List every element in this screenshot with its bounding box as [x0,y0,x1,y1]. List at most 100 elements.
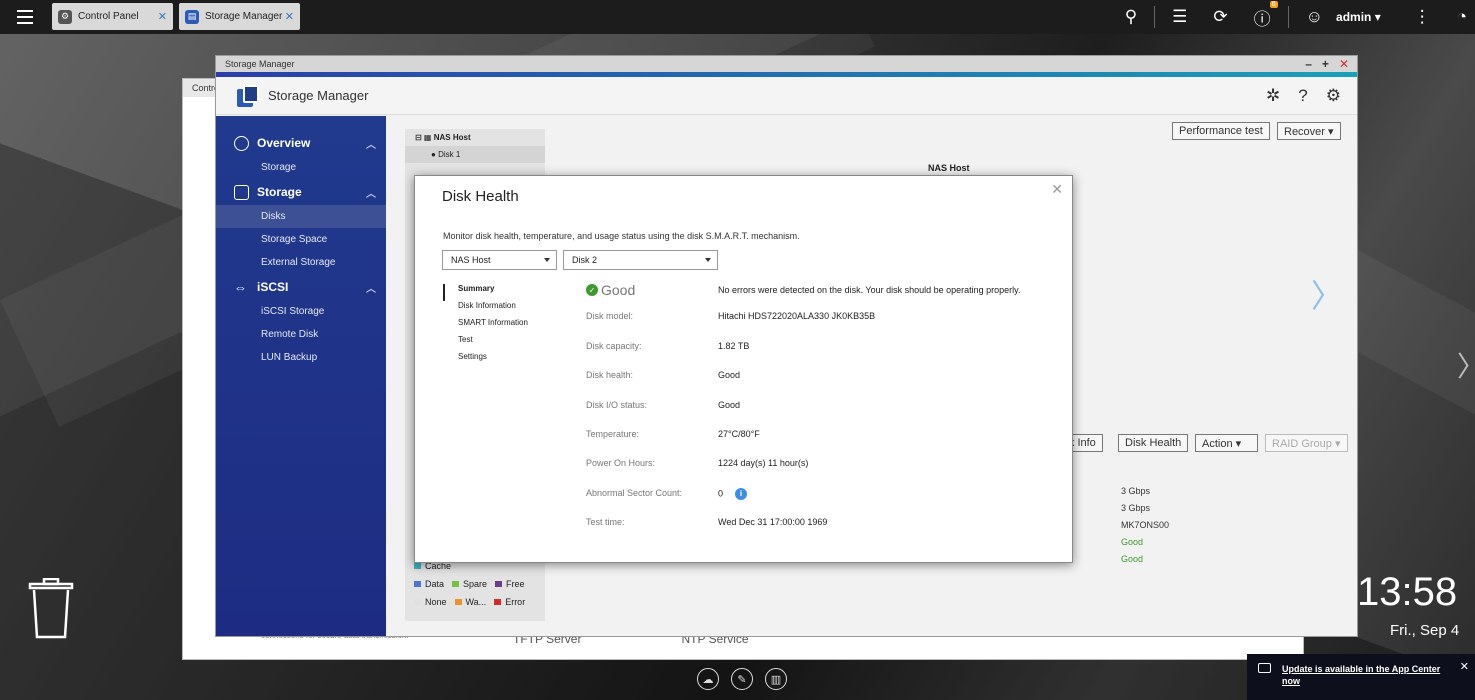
sidebar-item-iscsi-storage[interactable]: iSCSI Storage [216,300,386,323]
status-row: ✓ Good No errors were detected on the dis… [586,282,1021,311]
close-icon[interactable]: ✕ [1051,181,1063,198]
storage-manager-icon [237,84,259,107]
notification-icon[interactable]: ⓘ 6 [1254,0,1278,30]
database-icon [234,184,249,200]
trash-icon[interactable] [28,578,74,640]
sidebar-section-iscsi[interactable]: ⇔ iSCSI ︿ [216,274,386,300]
app-title: Storage Manager [268,88,369,103]
sidebar-section-label: iSCSI [257,280,289,294]
tab-summary[interactable]: Summary [443,284,528,301]
host-select[interactable]: NAS Host [442,250,557,270]
app-header: Storage Manager ✲ ? ⚙ [216,77,1357,115]
chevron-up-icon[interactable]: ︿ [366,280,376,295]
background-tasks-icon[interactable]: ☰ [1172,7,1187,27]
window-titlebar[interactable]: Storage Manager – + ✕ [216,56,1357,72]
detail-row: Disk model: Hitachi HDS722020ALA330 JK0KB… [586,311,876,322]
disk-select[interactable]: Disk 2 [563,250,718,270]
close-icon[interactable]: ✕ [1460,660,1469,673]
button-label: Recover [1284,126,1325,138]
status-badge: ✓ Good [586,282,718,298]
legend-swatch [454,599,462,605]
more-icon[interactable]: ⋮ [1414,7,1431,27]
legend: Cache Data Spare Free None Wa... Error [414,561,525,615]
book-icon[interactable]: ▥ [765,668,787,690]
disk-health-dialog: Disk Health ✕ Monitor disk health, tempe… [414,175,1073,563]
chevron-up-icon[interactable]: ︿ [366,136,376,151]
tab-smart-information[interactable]: SMART Information [443,318,528,335]
button-label: Action [1202,438,1233,450]
gear-icon[interactable]: ⚙ [1326,86,1341,106]
detail-row: Disk health: Good [586,370,741,381]
check-icon: ✓ [586,284,598,296]
message-icon [1258,663,1271,673]
wizard-icon[interactable]: ✲ [1266,86,1280,106]
update-notification[interactable]: Update is available in the App Center no… [1247,654,1475,700]
dialog-nav: Summary Disk Information SMART Informati… [443,284,528,369]
tab-test[interactable]: Test [443,335,528,352]
detail-row: Power On Hours: 1224 day(s) 11 hour(s) [586,458,809,469]
disk-health-button[interactable]: Disk Health [1118,434,1189,452]
tab-settings[interactable]: Settings [443,352,528,369]
search-icon[interactable]: ⚲ [1125,7,1137,27]
sidebar-item-remote-disk[interactable]: Remote Disk [216,323,386,346]
storage-manager-icon: ▤ [185,9,199,24]
detail-row: Disk capacity: 1.82 TB [586,340,750,351]
sidebar-section-overview[interactable]: Overview ︿ [216,130,386,156]
sidebar-item-external-storage[interactable]: External Storage [216,251,386,274]
close-icon[interactable]: ✕ [285,10,294,23]
tab-label: Control Panel [78,11,139,22]
legend-swatch [495,581,503,587]
legend-item: Data [414,579,444,589]
action-button[interactable]: Action ▾ [1195,434,1258,452]
dock: ☁ ✎ ▥ [697,668,787,690]
button-label: RAID Group [1272,438,1332,450]
detail-row: Disk I/O status: Good [586,399,741,410]
close-icon[interactable]: ✕ [1339,57,1349,71]
tree-node-label: Disk 1 [438,150,461,159]
sidebar-item-disks[interactable]: Disks [216,205,386,228]
window-title: Storage Manager [225,59,295,69]
close-icon[interactable]: ✕ [158,10,167,23]
taskbar: ⚙ Control Panel ✕ ▤ Storage Manager ✕ ⚲ … [0,0,1475,34]
tree-node-disk-1[interactable]: ● Disk 1 [405,146,545,163]
recover-button[interactable]: Recover ▾ [1277,122,1341,140]
dashboard-icon [234,135,249,151]
sidebar-section-label: Storage [257,185,302,199]
sidebar-item-lun-backup[interactable]: LUN Backup [216,346,386,369]
minimize-icon[interactable]: – [1305,57,1312,71]
info-icon[interactable]: i [735,487,748,500]
chevron-up-icon[interactable]: ︿ [366,185,376,200]
performance-test-button[interactable]: Performance test [1172,122,1270,140]
select-value: Disk 2 [572,255,598,265]
taskbar-tab-control-panel[interactable]: ⚙ Control Panel ✕ [52,3,173,30]
divider [1287,6,1289,28]
sync-icon[interactable]: ⟳ [1213,7,1227,27]
sidebar-item-storage-space[interactable]: Storage Space [216,228,386,251]
gear-icon: ⚙ [58,9,72,24]
raid-group-button: RAID Group ▾ [1265,434,1348,452]
legend-swatch [414,581,421,587]
dashboard-icon[interactable]: ◔ [1457,7,1467,27]
main-menu-button[interactable] [17,2,47,32]
detail-row: Abnormal Sector Count: 0 i [586,487,1021,517]
chevron-right-icon[interactable]: 〉 [1311,271,1343,317]
tab-disk-information[interactable]: Disk Information [443,301,528,318]
taskbar-right: ⚲ ☰ ⟳ ⓘ 6 ☺ admin ▾ ⋮ ◔ [1112,0,1475,34]
status-message: No errors were detected on the disk. You… [718,285,1021,295]
maximize-icon[interactable]: + [1322,57,1329,71]
legend-item: None [414,597,447,607]
chevron-right-icon[interactable]: 〉 [1457,345,1475,385]
notification-text[interactable]: Update is available in the App Center no… [1282,663,1452,687]
legend-item: Spare [452,579,487,589]
legend-swatch [414,599,421,605]
tree-node-nas-host[interactable]: ⊟ ▦ NAS Host [405,129,545,146]
cloud-icon[interactable]: ☁ [697,668,719,690]
legend-swatch [494,599,502,605]
tools-icon[interactable]: ✎ [731,668,753,690]
user-menu[interactable]: admin ▾ [1336,10,1381,24]
sidebar-item-storage[interactable]: Storage [216,156,386,179]
sidebar-section-storage[interactable]: Storage ︿ [216,179,386,205]
help-icon[interactable]: ? [1298,86,1307,106]
taskbar-tab-storage-manager[interactable]: ▤ Storage Manager ✕ [179,3,300,30]
user-icon[interactable]: ☺ [1306,7,1323,27]
